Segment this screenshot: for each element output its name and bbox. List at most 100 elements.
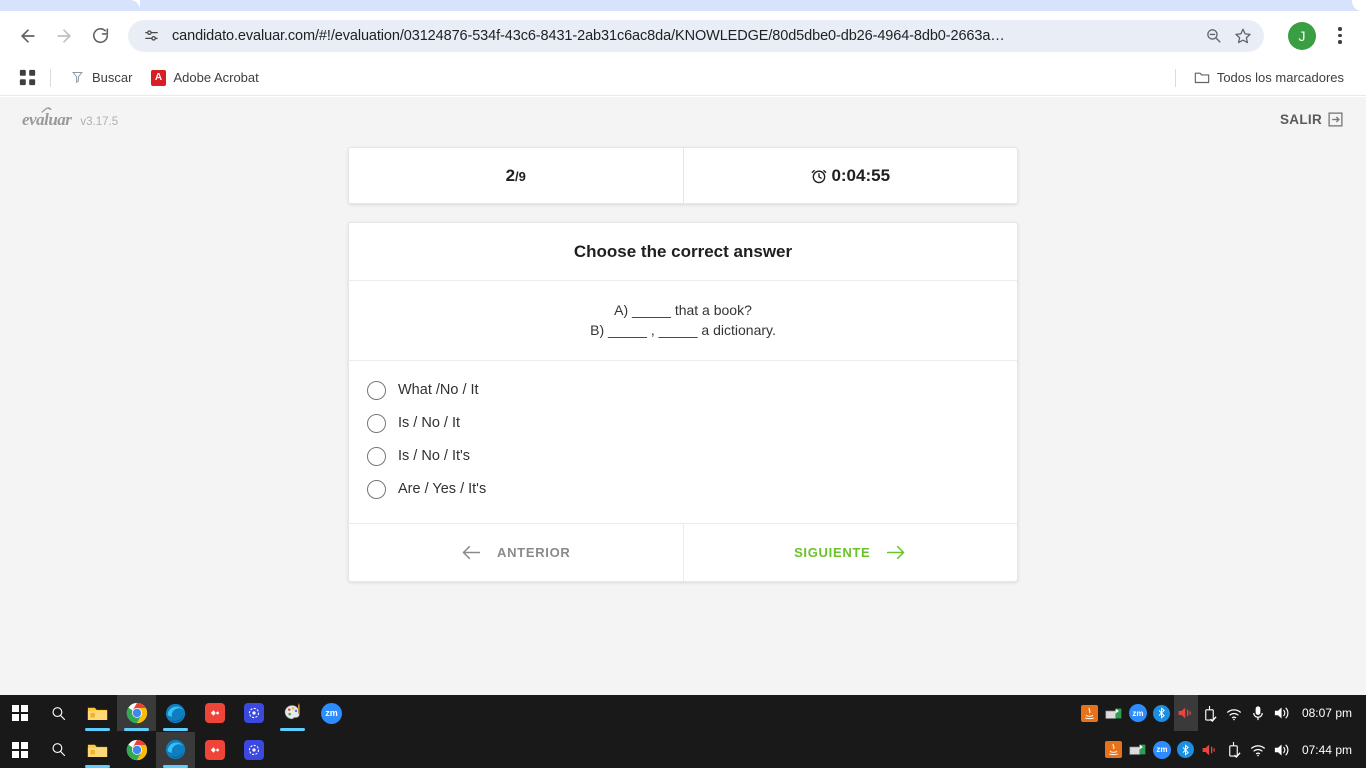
- bluetooth-icon[interactable]: [1174, 732, 1198, 768]
- blue-chat-app-icon[interactable]: [234, 695, 273, 731]
- next-button[interactable]: SIGUIENTE: [682, 523, 1018, 581]
- question-line-b: B) _____ , _____ a dictionary.: [590, 321, 776, 338]
- forward-button[interactable]: [48, 20, 80, 52]
- paint-app-icon[interactable]: [273, 695, 312, 731]
- star-icon[interactable]: [1228, 21, 1258, 51]
- logout-button[interactable]: SALIR: [1280, 111, 1344, 128]
- status-card: 2/9 0:04:55: [348, 147, 1018, 204]
- red-app-icon[interactable]: [195, 732, 234, 768]
- all-bookmarks-label: Todos los marcadores: [1216, 70, 1344, 85]
- wifi-icon[interactable]: [1246, 732, 1270, 768]
- taskbar-clock[interactable]: 08:07 pm: [1294, 706, 1362, 720]
- reload-button[interactable]: [84, 20, 116, 52]
- zoom-tray-icon[interactable]: zm: [1126, 695, 1150, 731]
- volume-muted-icon[interactable]: [1198, 732, 1222, 768]
- profile-avatar[interactable]: J: [1288, 21, 1316, 50]
- taskbar-primary-items: zm: [0, 695, 351, 731]
- question-number: 2: [505, 165, 516, 185]
- radio-button-icon[interactable]: [367, 446, 386, 466]
- bookmark-label: Adobe Acrobat: [173, 70, 259, 85]
- site-settings-icon[interactable]: [140, 25, 162, 47]
- search-bookmark-icon: [69, 70, 85, 86]
- wifi-icon[interactable]: [1222, 695, 1246, 731]
- zoom-out-icon[interactable]: [1198, 21, 1228, 51]
- question-statement: A) _____ that a book? B) _____ , _____ a…: [349, 281, 1017, 361]
- question-total: 9: [518, 168, 526, 184]
- system-tray-primary: zm 08:07 pm: [1078, 695, 1366, 731]
- microsoft-edge-icon[interactable]: [156, 695, 195, 731]
- volume-muted-icon[interactable]: [1173, 695, 1198, 731]
- fax-printer-icon[interactable]: [1126, 732, 1150, 768]
- previous-button[interactable]: ANTERIOR: [349, 524, 683, 581]
- system-tray-secondary: zm 07:44 pm: [1102, 731, 1366, 768]
- logo-accent-icon: [41, 106, 52, 113]
- radio-button-icon[interactable]: [367, 413, 386, 433]
- bookmark-item-buscar[interactable]: Buscar: [61, 66, 140, 90]
- back-button[interactable]: [12, 20, 44, 52]
- answer-option-label: Are / Yes / It's: [398, 481, 487, 498]
- apps-grid-icon[interactable]: [14, 65, 40, 91]
- search-icon[interactable]: [39, 732, 78, 768]
- search-icon[interactable]: [39, 695, 78, 731]
- file-explorer-icon[interactable]: [78, 732, 117, 768]
- browser-toolbar: candidato.evaluar.com/#!/evaluation/0312…: [0, 11, 1366, 60]
- question-counter-text: 2/9: [506, 166, 526, 186]
- kebab-menu-icon[interactable]: [1326, 22, 1354, 50]
- microphone-icon[interactable]: [1246, 695, 1270, 731]
- file-explorer-icon[interactable]: [78, 695, 117, 731]
- previous-label: ANTERIOR: [497, 544, 571, 560]
- active-tab[interactable]: [0, 0, 140, 11]
- google-chrome-icon[interactable]: [117, 732, 156, 768]
- taskbar-primary: zm zm 08:07 pm: [0, 695, 1366, 731]
- timer: 0:04:55: [810, 166, 890, 186]
- zoom-app-icon[interactable]: zm: [312, 695, 351, 731]
- question-title: Choose the correct answer: [349, 223, 1017, 281]
- radio-button-icon[interactable]: [367, 380, 386, 400]
- windows-start-icon[interactable]: [0, 695, 39, 731]
- bookmark-item-adobe-acrobat[interactable]: A Adobe Acrobat: [142, 66, 266, 90]
- browser-tab-strip: [0, 0, 1366, 11]
- answer-option-label: Is / No / It: [398, 415, 461, 432]
- address-bar[interactable]: candidato.evaluar.com/#!/evaluation/0312…: [128, 19, 1264, 52]
- blue-chat-app-icon[interactable]: [234, 732, 273, 768]
- answer-options: What /No / It Is / No / It Is / No / It'…: [349, 361, 1017, 524]
- taskbar-clock[interactable]: 07:44 pm: [1294, 743, 1362, 757]
- java-icon[interactable]: [1102, 732, 1126, 768]
- java-icon[interactable]: [1078, 695, 1102, 731]
- question-card: Choose the correct answer A) _____ that …: [348, 222, 1018, 582]
- question-line-a: A) _____ that a book?: [614, 302, 752, 318]
- google-chrome-icon[interactable]: [117, 695, 156, 731]
- tab-strip-background: [140, 0, 1366, 11]
- radio-button-icon[interactable]: [367, 479, 386, 499]
- answer-option[interactable]: What /No / It: [349, 374, 1017, 407]
- speaker-icon[interactable]: [1270, 732, 1294, 768]
- forward-arrow-icon: [54, 26, 74, 46]
- answer-option[interactable]: Is / No / It's: [349, 440, 1017, 473]
- windows-start-icon[interactable]: [0, 732, 39, 768]
- all-bookmarks-button[interactable]: Todos los marcadores: [1186, 66, 1352, 90]
- red-app-icon[interactable]: [195, 695, 234, 731]
- speaker-icon[interactable]: [1270, 695, 1294, 731]
- url-text[interactable]: candidato.evaluar.com/#!/evaluation/0312…: [162, 28, 1198, 44]
- evaluation-content: 2/9 0:04:55 Choose the correct answer A)…: [348, 147, 1018, 582]
- next-label: SIGUIENTE: [794, 544, 871, 560]
- folder-icon: [1194, 70, 1210, 86]
- answer-option-label: What /No / It: [398, 382, 479, 399]
- page-viewport: evaluar v3.17.5 SALIR 2/9 0:04:55 Choose…: [0, 97, 1366, 695]
- usb-safely-remove-icon[interactable]: [1222, 732, 1246, 768]
- answer-option[interactable]: Is / No / It: [349, 407, 1017, 440]
- taskbar-secondary: zm 07:44 pm: [0, 731, 1366, 768]
- answer-option[interactable]: Are / Yes / It's: [349, 473, 1017, 506]
- bluetooth-icon[interactable]: [1150, 695, 1174, 731]
- app-version: v3.17.5: [80, 115, 119, 128]
- alarm-clock-icon: [810, 167, 828, 185]
- arrow-right-icon: [886, 545, 906, 560]
- zoom-tray-icon[interactable]: zm: [1150, 732, 1174, 768]
- microsoft-edge-icon[interactable]: [156, 731, 195, 768]
- evaluar-logo: evaluar v3.17.5: [22, 106, 119, 130]
- answer-option-label: Is / No / It's: [398, 448, 471, 465]
- logout-label: SALIR: [1280, 112, 1322, 127]
- fax-printer-icon[interactable]: [1102, 695, 1126, 731]
- usb-safely-remove-icon[interactable]: [1198, 695, 1222, 731]
- reload-icon: [91, 26, 110, 45]
